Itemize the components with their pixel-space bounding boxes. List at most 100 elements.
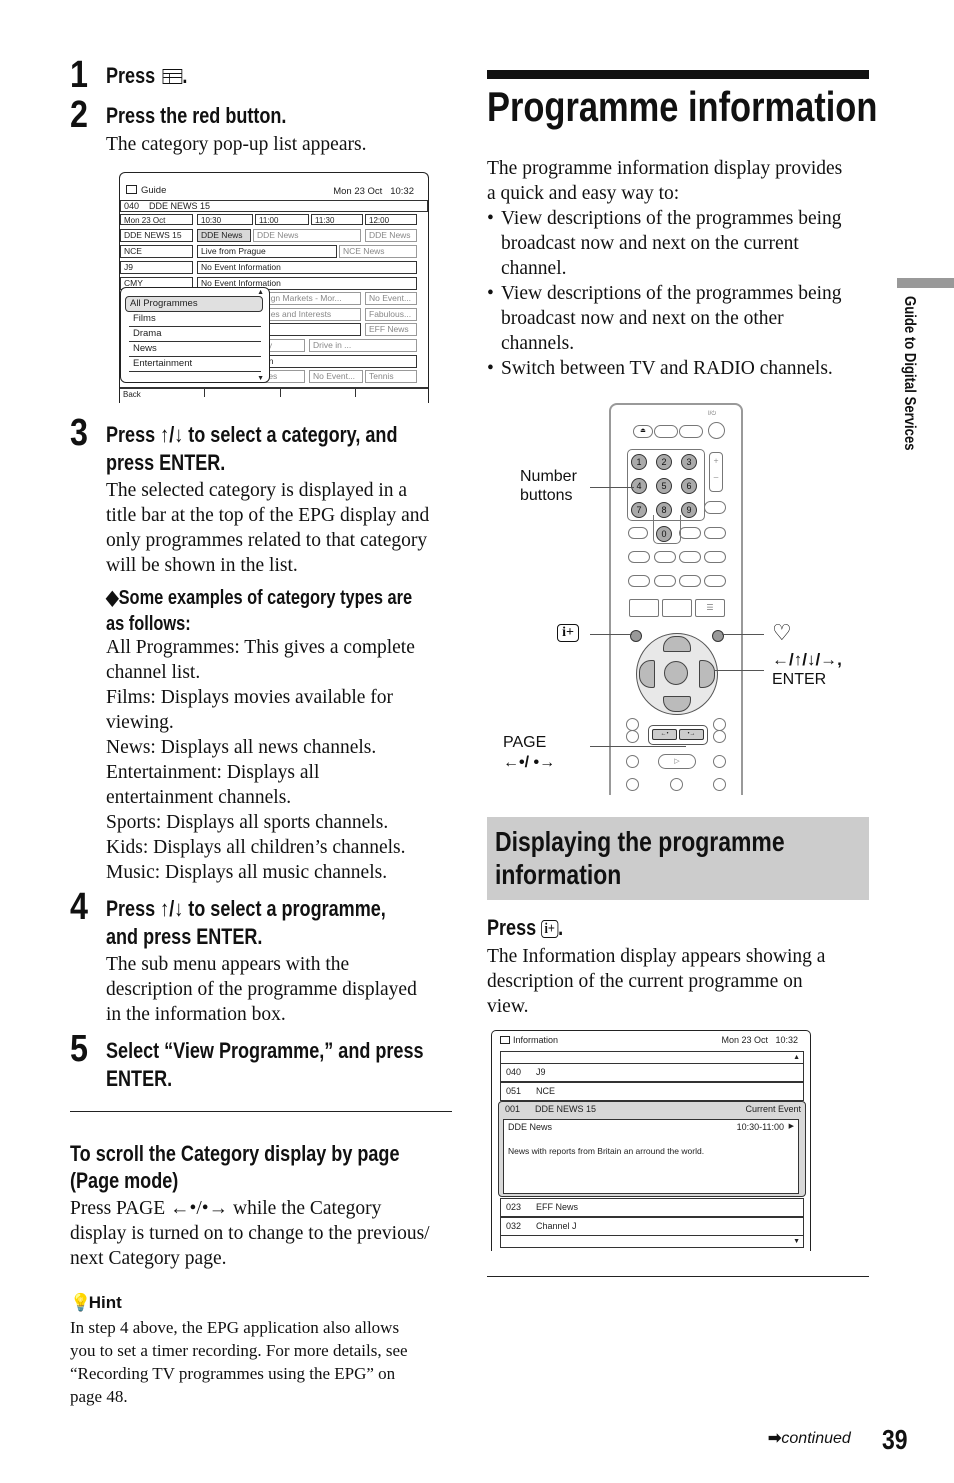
tv-icon bbox=[126, 185, 137, 194]
remote-button[interactable] bbox=[679, 527, 701, 539]
volume-rocker[interactable]: + – bbox=[709, 452, 723, 492]
epg-event-cell[interactable]: No Event Information bbox=[197, 261, 417, 274]
scroll-down-bar[interactable]: ▼ bbox=[500, 1235, 804, 1248]
remote-button[interactable] bbox=[704, 501, 726, 514]
favourite-button[interactable] bbox=[712, 630, 724, 642]
stop-button[interactable] bbox=[713, 778, 726, 791]
remote-button[interactable] bbox=[654, 551, 676, 563]
prev-chapter-button[interactable] bbox=[626, 730, 639, 743]
category-item[interactable]: News bbox=[129, 342, 261, 357]
category-item[interactable]: Drama bbox=[129, 327, 261, 342]
eject-button[interactable]: ⏏ bbox=[633, 425, 653, 438]
guide-button[interactable]: ☰ bbox=[695, 599, 725, 617]
remote-button[interactable] bbox=[628, 527, 648, 539]
tv-icon bbox=[500, 1036, 510, 1044]
favourite-icon: ♡ bbox=[772, 620, 792, 645]
epg-event-cell[interactable]: Live from Prague bbox=[197, 245, 337, 258]
number-button-9[interactable]: 9 bbox=[681, 502, 697, 518]
event-time: 10:30-11:00 bbox=[736, 1122, 784, 1132]
step-5-heading: Select “View Programme,” and press bbox=[106, 1038, 424, 1063]
remote-button[interactable] bbox=[654, 575, 676, 587]
scroll-up-icon[interactable]: ▲ bbox=[257, 289, 264, 296]
remote-button[interactable] bbox=[654, 425, 678, 438]
selected-channel-panel[interactable]: 001 DDE NEWS 15 Current Event DDE News 1… bbox=[498, 1101, 806, 1197]
remote-button[interactable] bbox=[679, 575, 701, 587]
epg-channel-cell[interactable]: NCE bbox=[120, 245, 193, 258]
remote-button[interactable] bbox=[628, 575, 650, 587]
remote-button[interactable] bbox=[704, 551, 726, 563]
epg-event-cell[interactable]: No Event... bbox=[365, 292, 417, 305]
category-item-selected[interactable]: All Programmes bbox=[125, 296, 263, 312]
event-description: News with reports from Britain an arroun… bbox=[508, 1146, 705, 1156]
channel-row[interactable]: 032 Channel J bbox=[500, 1217, 804, 1236]
remote-button[interactable] bbox=[628, 551, 650, 563]
epg-event-cell[interactable]: DDE News bbox=[365, 229, 417, 242]
page-previous-button[interactable]: ←• bbox=[652, 729, 677, 740]
scroll-down-icon[interactable]: ▼ bbox=[257, 375, 264, 382]
epg-event-cell[interactable]: Drive in ... bbox=[309, 339, 417, 352]
number-button-5[interactable]: 5 bbox=[656, 478, 672, 494]
up-arrow-button[interactable] bbox=[663, 636, 691, 652]
channel-row[interactable]: 051 NCE bbox=[500, 1082, 804, 1101]
enter-label: ENTER bbox=[772, 671, 827, 688]
event-title: DDE News bbox=[508, 1122, 553, 1132]
number-button-0[interactable]: 0 bbox=[656, 526, 672, 542]
remote-button[interactable] bbox=[679, 425, 703, 438]
epg-event-cell[interactable]: EFF News bbox=[365, 323, 417, 336]
continued-label: ➡continued bbox=[768, 1430, 851, 1447]
next-chapter-button[interactable] bbox=[713, 730, 726, 743]
red-button[interactable] bbox=[629, 599, 659, 617]
play-button[interactable]: ▷ bbox=[658, 754, 696, 769]
epg-event-cell[interactable]: Fabulous... bbox=[365, 308, 417, 321]
rewind-button[interactable] bbox=[626, 755, 639, 768]
epg-title: Guide bbox=[126, 185, 166, 196]
epg-event-cell[interactable]: No Event... bbox=[309, 370, 363, 383]
channel-row[interactable]: 023 EFF News bbox=[500, 1198, 804, 1217]
callout-line bbox=[590, 487, 634, 488]
info-button[interactable] bbox=[630, 630, 642, 642]
hint-body: In step 4 above, the EPG application als… bbox=[70, 1318, 408, 1406]
record-button[interactable] bbox=[626, 778, 639, 791]
right-arrow-button[interactable] bbox=[699, 660, 715, 688]
epg-channel-cell[interactable]: DDE NEWS 15 bbox=[120, 229, 193, 242]
remote-button[interactable] bbox=[704, 575, 726, 587]
back-label[interactable]: Back bbox=[123, 390, 141, 399]
step-1-heading: Press . bbox=[106, 62, 187, 89]
number-button-4[interactable]: 4 bbox=[631, 478, 647, 494]
callout-line bbox=[590, 634, 632, 635]
fast-forward-button[interactable] bbox=[713, 755, 726, 768]
epg-event-cell[interactable]: ...on bbox=[253, 355, 417, 368]
step-1-text: Press bbox=[106, 63, 156, 88]
epg-channel-cell[interactable]: J9 bbox=[120, 261, 193, 274]
epg-event-cell[interactable]: DDE News bbox=[253, 229, 361, 242]
number-button-7[interactable]: 7 bbox=[631, 502, 647, 518]
number-button-2[interactable]: 2 bbox=[656, 454, 672, 470]
remote-button[interactable] bbox=[679, 551, 701, 563]
channel-name: NCE bbox=[536, 1086, 556, 1096]
next-event-icon[interactable]: ▶ bbox=[789, 1122, 794, 1130]
enter-button[interactable] bbox=[664, 661, 688, 685]
epg-time-header: 12:00 bbox=[365, 214, 417, 225]
number-button-8[interactable]: 8 bbox=[656, 502, 672, 518]
number-button-1[interactable]: 1 bbox=[631, 454, 647, 470]
down-arrow-button[interactable] bbox=[663, 696, 691, 712]
step-3-heading-line2: press ENTER. bbox=[106, 450, 226, 475]
info-button-icon: i+ bbox=[557, 624, 579, 642]
epg-event-cell[interactable]: NCE News bbox=[339, 245, 417, 258]
power-button[interactable] bbox=[708, 422, 725, 439]
scroll-down-icon[interactable]: ▼ bbox=[793, 1233, 800, 1250]
pause-button[interactable] bbox=[670, 778, 683, 791]
epg-event-cell-selected[interactable]: DDE News bbox=[197, 229, 251, 242]
callout-line bbox=[714, 670, 764, 671]
channel-number: 001 bbox=[505, 1104, 521, 1114]
category-item[interactable]: Entertainment bbox=[129, 357, 261, 372]
left-arrow-button[interactable] bbox=[639, 660, 655, 688]
number-button-3[interactable]: 3 bbox=[681, 454, 697, 470]
channel-row[interactable]: 040 J9 bbox=[500, 1063, 804, 1082]
remote-button[interactable] bbox=[704, 527, 726, 539]
category-item[interactable]: Films bbox=[129, 312, 261, 327]
page-next-button[interactable]: •→ bbox=[679, 729, 704, 740]
green-button[interactable] bbox=[662, 599, 692, 617]
number-button-6[interactable]: 6 bbox=[681, 478, 697, 494]
epg-event-cell[interactable]: Tennis bbox=[365, 370, 417, 383]
